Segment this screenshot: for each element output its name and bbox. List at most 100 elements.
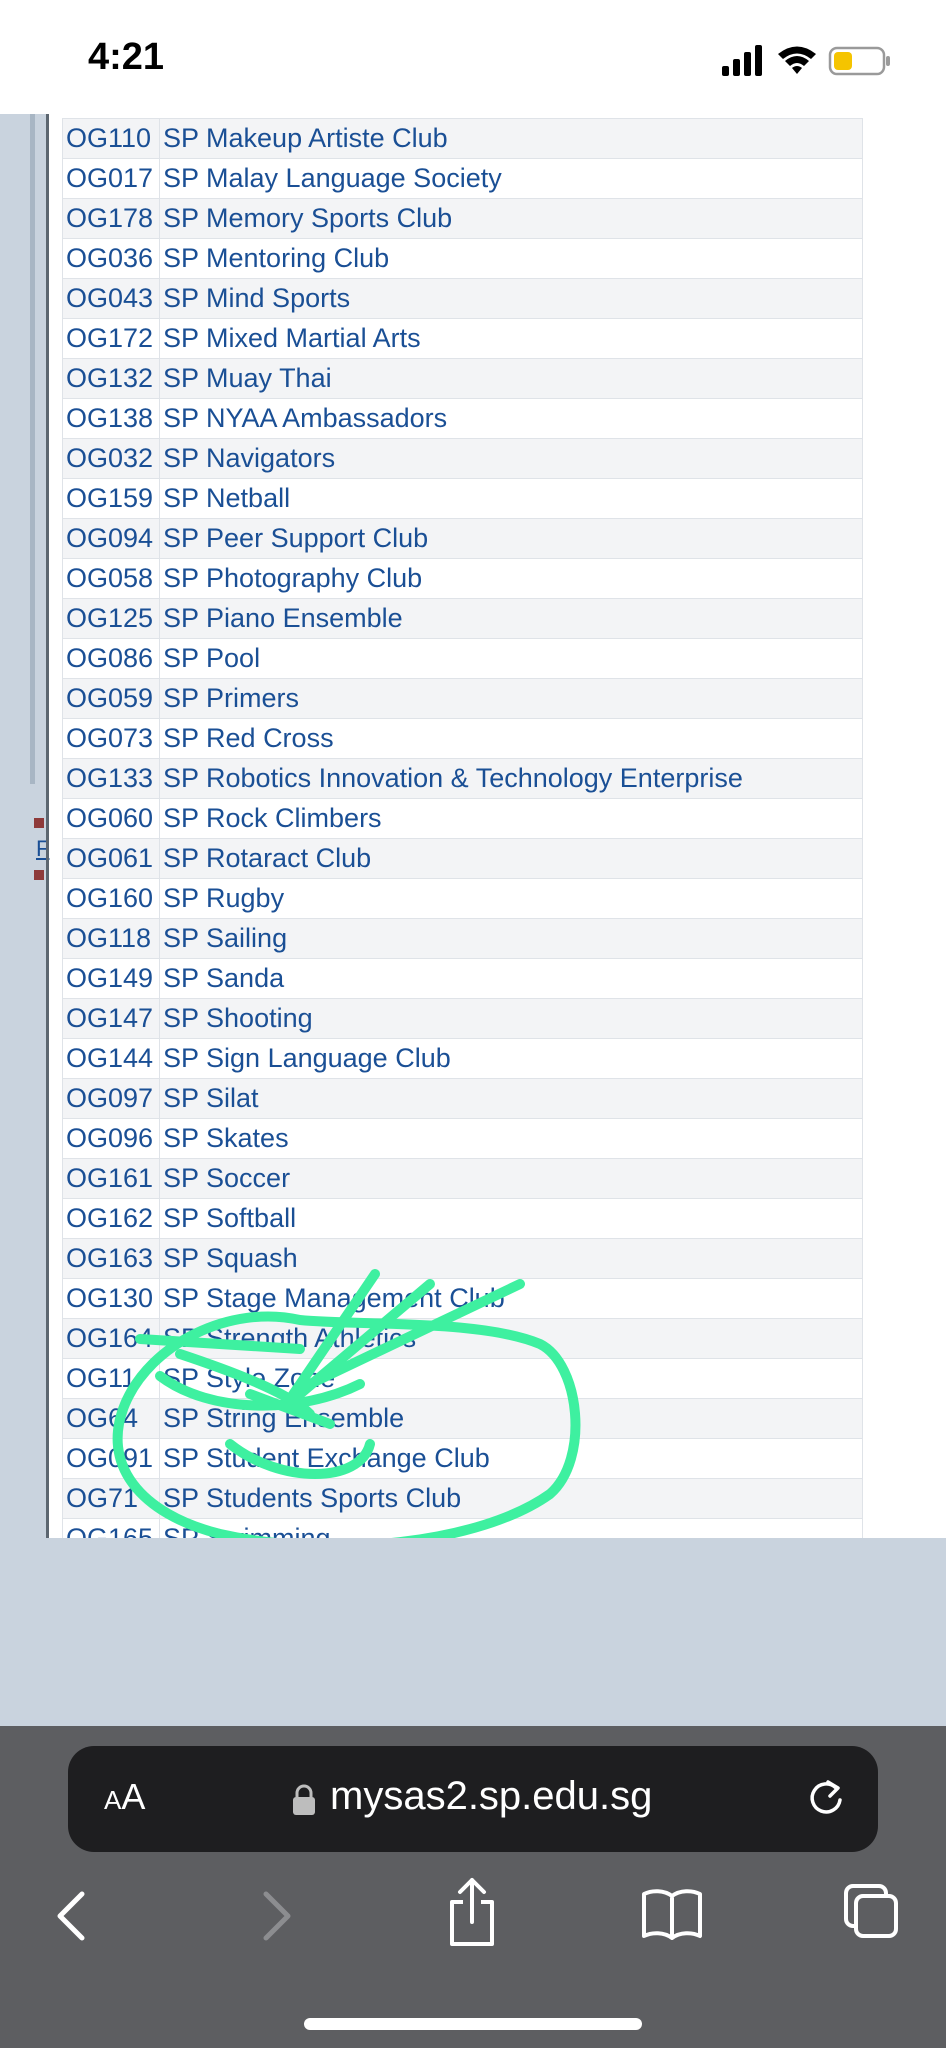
org-code-cell: OG017 — [62, 158, 160, 199]
table-row: OG110 SP Makeup Artiste Club — [62, 118, 863, 159]
table-row: OG132 SP Muay Thai — [62, 358, 863, 399]
org-name-cell[interactable]: SP Skates — [159, 1118, 863, 1159]
org-name-cell[interactable]: SP Squash — [159, 1238, 863, 1279]
reload-icon[interactable] — [804, 1776, 848, 1820]
org-name-cell[interactable]: SP NYAA Ambassadors — [159, 398, 863, 439]
status-icons — [722, 45, 890, 76]
status-bar: 4:21 — [0, 0, 946, 114]
org-name-cell[interactable]: SP Red Cross — [159, 718, 863, 759]
table-row: OG161 SP Soccer — [62, 1158, 863, 1199]
org-name-cell[interactable]: SP Rotaract Club — [159, 838, 863, 879]
org-name-cell[interactable]: SP Muay Thai — [159, 358, 863, 399]
org-name-cell[interactable]: SP Rugby — [159, 878, 863, 919]
org-name-cell[interactable]: SP Mixed Martial Arts — [159, 318, 863, 359]
lock-icon — [293, 1784, 315, 1815]
org-code-cell: OG149 — [62, 958, 160, 999]
table-row: OG11 SP Style Zone — [62, 1358, 863, 1399]
table-row: OG061 SP Rotaract Club — [62, 838, 863, 879]
org-name-cell[interactable]: SP Pool — [159, 638, 863, 679]
org-code-cell: OG091 — [62, 1438, 160, 1479]
org-name-cell[interactable]: SP Netball — [159, 478, 863, 519]
table-row: OG086 SP Pool — [62, 638, 863, 679]
tabs-icon[interactable] — [842, 1882, 902, 1942]
org-code-cell: OG162 — [62, 1198, 160, 1239]
org-name-cell[interactable]: SP Stage Management Club — [159, 1278, 863, 1319]
address-bar[interactable]: AA mysas2.sp.edu.sg — [68, 1746, 878, 1852]
org-name-cell[interactable]: SP String Ensemble — [159, 1398, 863, 1439]
org-name-cell[interactable]: SP Memory Sports Club — [159, 198, 863, 239]
org-name-cell[interactable]: SP Primers — [159, 678, 863, 719]
left-frame-edge — [30, 114, 35, 784]
org-code-cell: OG178 — [62, 198, 160, 239]
text-size-large-label: A — [121, 1776, 146, 1817]
cellular-signal-icon — [722, 45, 762, 76]
table-row: OG160 SP Rugby — [62, 878, 863, 919]
org-name-cell[interactable]: SP Students Sports Club — [159, 1478, 863, 1519]
table-row: OG130 SP Stage Management Club — [62, 1278, 863, 1319]
url-text[interactable]: mysas2.sp.edu.sg — [330, 1774, 652, 1819]
back-icon[interactable] — [52, 1886, 92, 1946]
table-row: OG64 SP String Ensemble — [62, 1398, 863, 1439]
text-size-icon[interactable]: AA — [104, 1776, 145, 1818]
org-code-cell: OG71 — [62, 1478, 160, 1519]
table-row: OG162 SP Softball — [62, 1198, 863, 1239]
org-name-cell[interactable]: SP Peer Support Club — [159, 518, 863, 559]
share-icon[interactable] — [446, 1876, 498, 1948]
forward-icon[interactable] — [256, 1886, 296, 1946]
org-name-cell[interactable]: SP Silat — [159, 1078, 863, 1119]
org-code-cell: OG118 — [62, 918, 160, 959]
organization-table: OG110 SP Makeup Artiste Club OG017 SP Malay… — [62, 118, 863, 1654]
org-code-cell: OG059 — [62, 678, 160, 719]
bookmarks-icon[interactable] — [640, 1886, 704, 1942]
org-code-cell: OG096 — [62, 1118, 160, 1159]
table-row: OG159 SP Netball — [62, 478, 863, 519]
org-code-cell: OG036 — [62, 238, 160, 279]
org-name-cell[interactable]: SP Mentoring Club — [159, 238, 863, 279]
org-code-cell: OG060 — [62, 798, 160, 839]
org-name-cell[interactable]: SP Sailing — [159, 918, 863, 959]
table-row: OG094 SP Peer Support Club — [62, 518, 863, 559]
org-code-cell: OG086 — [62, 638, 160, 679]
org-code-cell: OG130 — [62, 1278, 160, 1319]
org-code-cell: OG163 — [62, 1238, 160, 1279]
table-row: OG138 SP NYAA Ambassadors — [62, 398, 863, 439]
org-code-cell: OG64 — [62, 1398, 160, 1439]
org-name-cell[interactable]: SP Malay Language Society — [159, 158, 863, 199]
org-name-cell[interactable]: SP Sanda — [159, 958, 863, 999]
org-code-cell: OG043 — [62, 278, 160, 319]
org-name-cell[interactable]: SP Rock Climbers — [159, 798, 863, 839]
org-name-cell[interactable]: SP Soccer — [159, 1158, 863, 1199]
org-name-cell[interactable]: SP Makeup Artiste Club — [159, 118, 863, 159]
org-code-cell: OG061 — [62, 838, 160, 879]
table-row: OG091 SP Student Exchange Club — [62, 1438, 863, 1479]
org-code-cell: OG133 — [62, 758, 160, 799]
org-name-cell[interactable]: SP Navigators — [159, 438, 863, 479]
org-code-cell: OG125 — [62, 598, 160, 639]
org-name-cell[interactable]: SP Softball — [159, 1198, 863, 1239]
left-marker — [34, 818, 44, 828]
org-code-cell: OG032 — [62, 438, 160, 479]
wifi-icon — [778, 46, 816, 74]
table-row: OG147 SP Shooting — [62, 998, 863, 1039]
content-edge — [46, 114, 49, 1654]
org-name-cell[interactable]: SP Style Zone — [159, 1358, 863, 1399]
org-code-cell: OG097 — [62, 1078, 160, 1119]
org-code-cell: OG147 — [62, 998, 160, 1039]
org-name-cell[interactable]: SP Piano Ensemble — [159, 598, 863, 639]
org-name-cell[interactable]: SP Strength Athletics — [159, 1318, 863, 1359]
org-name-cell[interactable]: SP Robotics Innovation & Technology Ente… — [159, 758, 863, 799]
table-row: OG097 SP Silat — [62, 1078, 863, 1119]
left-gutter — [0, 114, 48, 1654]
org-name-cell[interactable]: SP Shooting — [159, 998, 863, 1039]
web-content: F OG110 SP Makeup Artiste Club OG017 SP Mal… — [0, 114, 946, 1654]
status-time: 4:21 — [88, 36, 165, 78]
org-name-cell[interactable]: SP Student Exchange Club — [159, 1438, 863, 1479]
org-name-cell[interactable]: SP Photography Club — [159, 558, 863, 599]
table-row: OG164 SP Strength Athletics — [62, 1318, 863, 1359]
table-row: OG144 SP Sign Language Club — [62, 1038, 863, 1079]
org-name-cell[interactable]: SP Sign Language Club — [159, 1038, 863, 1079]
table-row: OG096 SP Skates — [62, 1118, 863, 1159]
org-name-cell[interactable]: SP Mind Sports — [159, 278, 863, 319]
org-code-cell: OG073 — [62, 718, 160, 759]
table-row: OG017 SP Malay Language Society — [62, 158, 863, 199]
